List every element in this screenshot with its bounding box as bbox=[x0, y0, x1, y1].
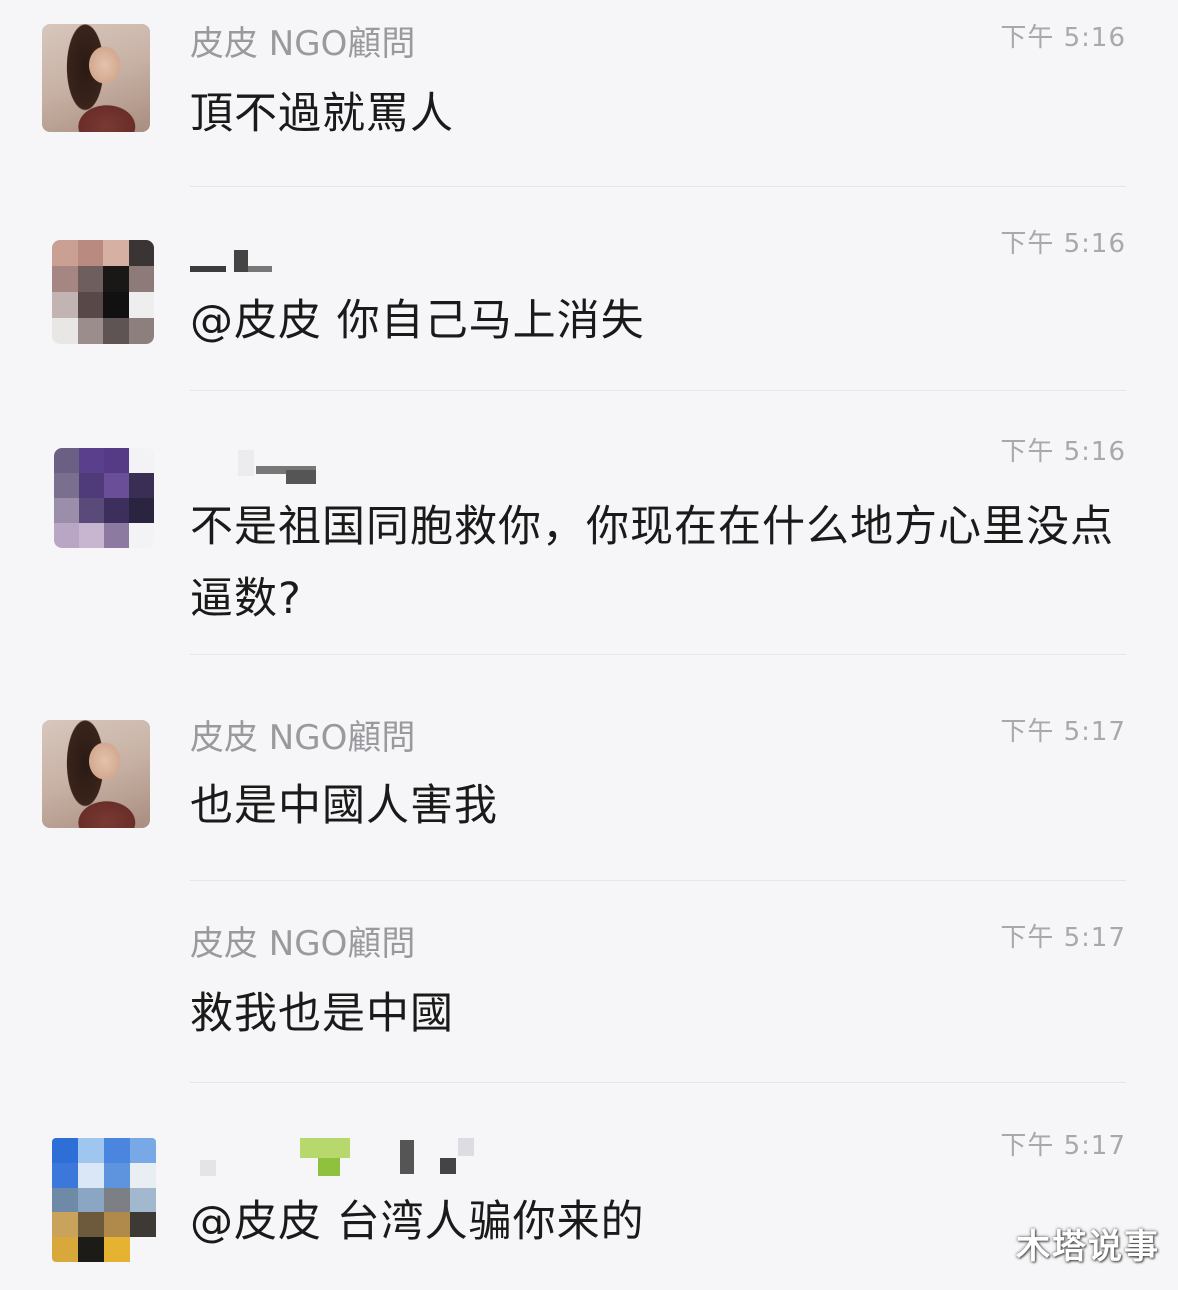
message-text: @皮皮 台湾人骗你来的 bbox=[190, 1197, 645, 1247]
sender-name: 皮皮 NGO顧問 bbox=[190, 718, 416, 758]
pixelated-avatar bbox=[52, 1138, 156, 1262]
message-text: 也是中國人害我 bbox=[190, 781, 498, 831]
message-text: 不是祖国同胞救你，你现在在什么地方心里没点逼数? bbox=[190, 502, 1114, 624]
avatar[interactable] bbox=[54, 448, 154, 548]
divider bbox=[190, 654, 1126, 655]
avatar[interactable] bbox=[42, 720, 150, 828]
sender-name: 皮皮 NGO顧問 bbox=[190, 924, 416, 964]
message-time: 下午 5:17 bbox=[1000, 1131, 1126, 1161]
divider bbox=[190, 186, 1126, 187]
message-time: 下午 5:16 bbox=[1000, 229, 1126, 259]
watermark: 木塔说事 bbox=[1016, 1227, 1160, 1267]
message-time: 下午 5:16 bbox=[1000, 437, 1126, 467]
sender-name: 皮皮 NGO顧問 bbox=[190, 24, 416, 64]
divider bbox=[190, 390, 1126, 391]
pixelated-avatar bbox=[54, 448, 154, 548]
avatar[interactable] bbox=[42, 24, 150, 132]
message-time: 下午 5:17 bbox=[1000, 717, 1126, 747]
message-text: 救我也是中國 bbox=[190, 989, 454, 1039]
avatar[interactable] bbox=[52, 240, 154, 344]
message-text: @皮皮 你自己马上消失 bbox=[190, 296, 645, 346]
message-time: 下午 5:17 bbox=[1000, 923, 1126, 953]
divider bbox=[190, 880, 1126, 881]
divider bbox=[190, 1082, 1126, 1083]
message-time: 下午 5:16 bbox=[1000, 23, 1126, 53]
pixelated-avatar bbox=[52, 240, 154, 344]
message-text: 頂不過就罵人 bbox=[190, 89, 454, 139]
avatar[interactable] bbox=[52, 1138, 156, 1262]
